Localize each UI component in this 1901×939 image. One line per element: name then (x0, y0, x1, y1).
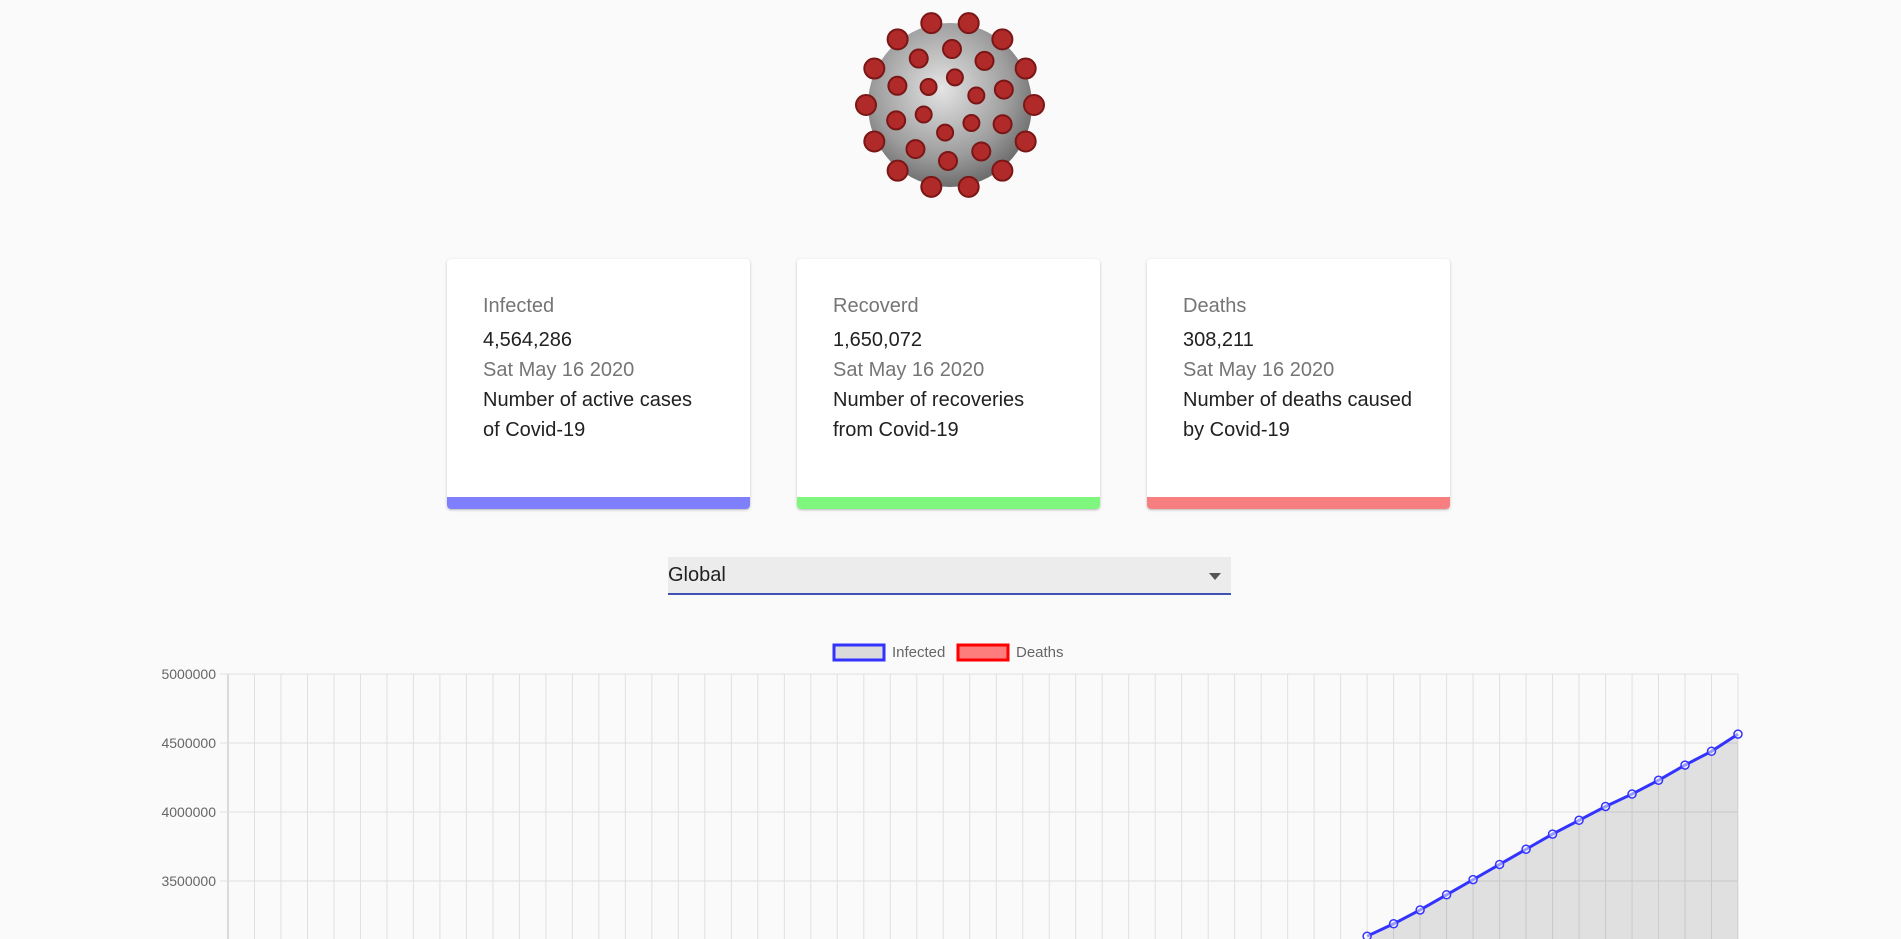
country-select[interactable]: Global (668, 557, 1231, 595)
spike-protein (971, 141, 992, 162)
spike-protein (945, 68, 964, 87)
spike-protein (991, 28, 1014, 51)
y-tick-label: 5000000 (161, 666, 216, 682)
card-recovered: Recoverd 1,650,072 Sat May 16 2020 Numbe… (797, 259, 1100, 509)
spike-protein (942, 39, 963, 60)
data-point (1653, 775, 1664, 786)
spike-protein (886, 159, 909, 182)
card-description: Number of deaths caused by Covid-19 (1183, 389, 1413, 441)
spike-protein (1023, 94, 1045, 116)
card-date: Sat May 16 2020 (833, 359, 985, 381)
card-accent-bar (447, 497, 750, 509)
stats-cards: Infected 4,564,286 Sat May 16 2020 Numbe… (447, 259, 1450, 509)
card-value: 1,650,072 (833, 329, 922, 351)
coronavirus-image (842, 0, 1056, 214)
spike-protein (886, 110, 907, 131)
card-value: 4,564,286 (483, 329, 572, 351)
spike-protein (957, 175, 980, 198)
spike-protein (992, 114, 1013, 135)
spike-protein (855, 94, 877, 116)
coronavirus-illustration (855, 12, 1045, 198)
data-point (1733, 729, 1743, 739)
legend-swatch-deaths (956, 643, 1010, 662)
card-description: Number of recoveries from Covid-19 (833, 389, 1025, 441)
data-point (1441, 890, 1452, 900)
legend-swatch-infected (832, 643, 886, 662)
card-value: 308,211 (1183, 329, 1254, 351)
country-select-value: Global (668, 564, 726, 586)
card-description: Number of active cases of Covid-19 (483, 389, 692, 441)
spike-protein (863, 130, 886, 153)
y-tick-label: 3500000 (161, 873, 216, 889)
spike-protein (1014, 57, 1037, 80)
spike-protein (957, 12, 980, 35)
data-point (1706, 746, 1717, 757)
y-tick-label: 4500000 (161, 735, 216, 751)
spike-protein (991, 159, 1014, 182)
card-title: Recoverd (833, 295, 919, 317)
card-infected: Infected 4,564,286 Sat May 16 2020 Numbe… (447, 259, 750, 509)
card-title: Deaths (1183, 295, 1247, 317)
chart-legend: Infected Deaths (832, 643, 1064, 662)
data-point (1627, 789, 1637, 799)
card-date: Sat May 16 2020 (483, 359, 635, 381)
legend-label-infected: Infected (892, 644, 945, 661)
data-point (1547, 829, 1558, 839)
data-point (1574, 815, 1584, 826)
spike-protein (908, 48, 929, 69)
card-accent-bar (1147, 497, 1450, 509)
data-point (1388, 919, 1399, 929)
spike-protein (914, 105, 933, 124)
card-date: Sat May 16 2020 (1183, 359, 1335, 381)
data-point (1494, 859, 1505, 870)
y-tick-label: 4000000 (161, 804, 216, 820)
spike-protein (887, 75, 908, 96)
data-point (1415, 905, 1425, 915)
data-point (1468, 874, 1478, 885)
legend-label-deaths: Deaths (1016, 644, 1064, 661)
spike-protein (962, 114, 981, 133)
covid-line-chart: Infected Deaths 5000000 4500000 4000000 3500… (161, 643, 1743, 939)
spike-protein (993, 79, 1014, 100)
card-title: Infected (483, 295, 555, 317)
spike-protein (863, 57, 886, 80)
spike-protein (886, 28, 909, 51)
spike-protein (905, 139, 926, 160)
data-point (1521, 844, 1531, 855)
spike-protein (974, 50, 995, 71)
dropdown-arrow-icon (1209, 573, 1221, 580)
spike-protein (920, 12, 943, 35)
card-accent-bar (797, 497, 1100, 509)
spike-protein (967, 86, 986, 105)
y-axis-ticks: 5000000 4500000 4000000 3500000 (161, 666, 216, 889)
data-point (1680, 760, 1690, 770)
spike-protein (1014, 130, 1037, 153)
spike-protein (920, 175, 943, 198)
spike-protein (936, 123, 955, 142)
spike-protein (919, 77, 938, 96)
card-deaths: Deaths 308,211 Sat May 16 2020 Number of… (1147, 259, 1450, 509)
spike-protein (937, 150, 958, 171)
data-point (1362, 931, 1372, 939)
data-point (1600, 801, 1611, 812)
